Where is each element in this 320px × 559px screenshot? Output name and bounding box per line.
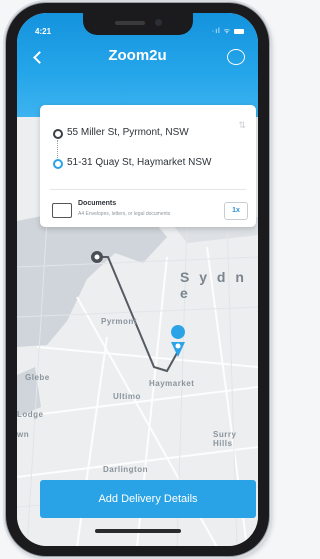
notch	[83, 13, 193, 35]
speaker	[115, 21, 145, 25]
map-label-glebe: Glebe	[25, 373, 50, 382]
route-card: 55 Miller St, Pyrmont, NSW ⇅ 51-31 Quay …	[40, 105, 256, 227]
package-title[interactable]: Documents	[78, 200, 116, 207]
status-icons: ·ıl ᯤ	[212, 27, 244, 36]
map-label-sydney: S y d n e	[180, 269, 247, 301]
signal-wifi-icon: ·ıl ᯤ	[211, 28, 232, 35]
home-indicator	[95, 529, 181, 533]
route-connector	[57, 140, 58, 158]
camera	[155, 19, 162, 26]
map-label-darlington: Darlington	[103, 465, 148, 474]
chat-icon[interactable]	[227, 49, 245, 65]
swap-icon[interactable]: ⇅	[238, 120, 246, 131]
app-screen: 4:21 ·ıl ᯤ Zoom2u S y d n e Pyrmont Gleb…	[17, 13, 258, 546]
map-label-wn: wn	[17, 430, 30, 439]
pickup-address[interactable]: 55 Miller St, Pyrmont, NSW	[67, 127, 189, 138]
folder-icon	[52, 203, 72, 218]
battery-icon	[234, 28, 244, 34]
map-label-haymarket: Haymarket	[149, 379, 195, 388]
map-label-surry-hills: Surry Hills	[213, 430, 237, 448]
package-subtitle: A4 Envelopes, letters, or legal document…	[78, 211, 171, 217]
card-divider	[50, 189, 246, 190]
pickup-icon	[53, 129, 63, 139]
phone-frame: 4:21 ·ıl ᯤ Zoom2u S y d n e Pyrmont Gleb…	[6, 3, 269, 556]
app-logo: Zoom2u	[108, 47, 167, 64]
dropoff-address[interactable]: 51-31 Quay St, Haymarket NSW	[67, 157, 212, 168]
add-delivery-details-button[interactable]: Add Delivery Details	[40, 480, 256, 518]
map-label-lodge: Lodge	[17, 410, 44, 419]
map-label-pyrmont: Pyrmont	[101, 317, 137, 326]
status-time: 4:21	[35, 27, 52, 36]
map-label-ultimo: Ultimo	[113, 392, 141, 401]
quantity-button[interactable]: 1x	[224, 202, 248, 220]
dropoff-icon	[53, 159, 63, 169]
